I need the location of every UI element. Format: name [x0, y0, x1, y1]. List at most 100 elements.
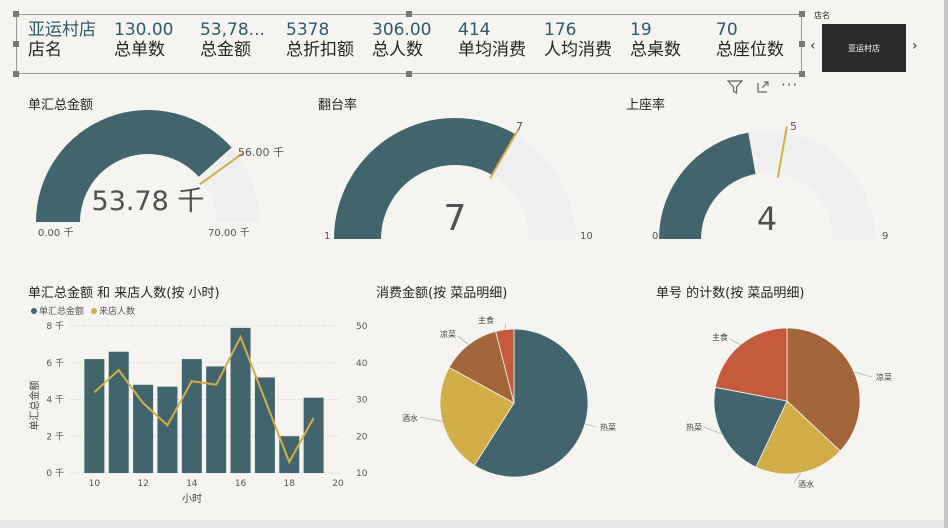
resize-handle[interactable] — [13, 41, 19, 47]
legend-label: 单汇总金额 — [39, 305, 84, 317]
kpi-people: 306.00 总人数 — [372, 20, 431, 60]
kpi-avg-order: 414 单均消费 — [458, 20, 526, 60]
kpi-label: 总单数 — [114, 40, 165, 60]
more-options-icon[interactable]: ··· — [781, 76, 798, 94]
gauge-min-label: 0 — [652, 231, 658, 242]
x-tick-label: 20 — [332, 479, 344, 489]
resize-handle[interactable] — [799, 11, 805, 17]
bar — [157, 386, 178, 473]
gauge-occupancy[interactable]: 4 0 9 5 — [640, 100, 900, 250]
pie-label: 酒水 — [798, 479, 814, 489]
leader-line — [584, 423, 597, 428]
legend-marker — [91, 308, 97, 314]
kpi-value: 130.00 — [114, 20, 174, 40]
kpi-label: 总座位数 — [716, 40, 784, 60]
slicer-option-button[interactable]: 亚运村店 — [822, 24, 906, 72]
kpi-discount: 5378 总折扣额 — [286, 20, 354, 60]
kpi-label: 总金额 — [200, 40, 251, 60]
chevron-right-icon[interactable]: › — [912, 38, 918, 54]
resize-handle[interactable] — [13, 71, 19, 77]
kpi-label: 总折扣额 — [286, 40, 354, 60]
y2-tick-label: 20 — [356, 432, 368, 442]
canvas-bottom-edge — [0, 520, 944, 528]
resize-handle[interactable] — [13, 11, 19, 17]
kpi-value: 306.00 — [372, 20, 432, 40]
bar — [254, 377, 275, 473]
kpi-seats: 70 总座位数 — [716, 20, 784, 60]
kpi-label: 人均消费 — [544, 40, 612, 60]
resize-handle[interactable] — [406, 11, 412, 17]
bar — [181, 359, 202, 473]
combo-chart[interactable]: 单汇总金额 来店人数 0 千 2 千 4 千 6 千 8 千 10 20 30 40 50 10 12 14… — [0, 298, 370, 510]
gauge-turnover[interactable]: 7 1 10 7 — [300, 100, 610, 250]
resize-handle[interactable] — [799, 71, 805, 77]
pie-chart-count[interactable]: 凉菜酒水 热菜 主食 — [656, 300, 926, 500]
leader-line — [729, 338, 741, 346]
pie-label: 凉菜 — [876, 372, 892, 382]
pie-label: 主食 — [712, 332, 728, 342]
pie-chart-title: 单号 的计数(按 菜品明细) — [656, 286, 805, 301]
chevron-left-icon[interactable]: ‹ — [810, 38, 816, 54]
y-tick-label: 8 千 — [46, 321, 64, 332]
pie-label: 酒水 — [402, 413, 418, 423]
gauge-target-label: 5 — [790, 120, 797, 133]
pie-label: 主食 — [478, 315, 494, 325]
y2-tick-label: 30 — [356, 396, 368, 406]
kpi-label: 总人数 — [372, 40, 423, 60]
legend-marker — [31, 308, 37, 314]
gauge-max-label: 10 — [580, 231, 593, 242]
kpi-avg-person: 176 人均消费 — [544, 20, 612, 60]
x-axis-title: 小时 — [182, 493, 202, 505]
resize-handle[interactable] — [799, 41, 805, 47]
kpi-label: 店名 — [28, 40, 62, 60]
gauge-fill — [659, 132, 756, 239]
pie-chart-amount[interactable]: 热菜 酒水 凉菜 主食 — [376, 300, 646, 500]
kpi-value: 5378 — [286, 20, 330, 40]
filter-icon[interactable] — [726, 80, 744, 98]
y2-tick-label: 50 — [356, 322, 368, 332]
gauge-target-label: 7 — [516, 120, 523, 133]
y-tick-label: 2 千 — [46, 431, 64, 442]
y-tick-label: 0 千 — [46, 468, 64, 479]
focus-mode-icon[interactable] — [756, 80, 770, 98]
leader-line — [419, 416, 443, 422]
kpi-amount: 53,78... 总金额 — [200, 20, 265, 60]
leader-line — [457, 335, 469, 345]
pie-label: 凉菜 — [440, 329, 456, 339]
scrollbar-edge — [944, 0, 948, 528]
y-tick-label: 4 千 — [46, 395, 64, 406]
kpi-tables: 19 总桌数 — [630, 20, 681, 60]
kpi-orders: 130.00 总单数 — [114, 20, 173, 60]
gauge-fill — [334, 118, 516, 239]
x-tick-label: 10 — [89, 479, 101, 489]
kpi-store: 亚运村店 店名 — [28, 20, 96, 60]
pie-label: 热菜 — [600, 422, 616, 432]
kpi-value: 53,78... — [200, 20, 265, 40]
x-tick-label: 14 — [186, 479, 198, 489]
leader-line — [504, 322, 507, 330]
x-tick-label: 16 — [235, 479, 247, 489]
gauge-amount[interactable]: 53.78 千 0.00 千 70.00 千 56.00 千 — [0, 100, 310, 250]
gauge-min-label: 0.00 千 — [38, 227, 73, 239]
y2-tick-label: 40 — [356, 359, 368, 369]
gauge-value-label: 4 — [757, 200, 777, 238]
kpi-value: 176 — [544, 20, 577, 40]
x-tick-label: 12 — [137, 479, 148, 489]
gauge-max-label: 9 — [882, 231, 888, 242]
y-tick-label: 6 千 — [46, 358, 64, 369]
kpi-label: 总桌数 — [630, 40, 681, 60]
kpi-label: 单均消费 — [458, 40, 526, 60]
pie-label: 热菜 — [686, 422, 702, 432]
gauge-max-label: 70.00 千 — [208, 227, 250, 239]
pie-chart-title: 消费金额(按 菜品明细) — [376, 286, 508, 301]
gauge-value-label: 7 — [444, 198, 467, 239]
slicer-title: 店名 — [814, 11, 830, 20]
legend-label: 来店人数 — [99, 305, 135, 317]
y-axis-title: 单汇总金额 — [28, 381, 41, 431]
kpi-value: 亚运村店 — [28, 20, 96, 40]
gauge-min-label: 1 — [324, 231, 330, 242]
resize-handle[interactable] — [406, 71, 412, 77]
kpi-value: 19 — [630, 20, 652, 40]
bar — [133, 384, 154, 473]
gauge-target-label: 56.00 千 — [238, 146, 284, 159]
